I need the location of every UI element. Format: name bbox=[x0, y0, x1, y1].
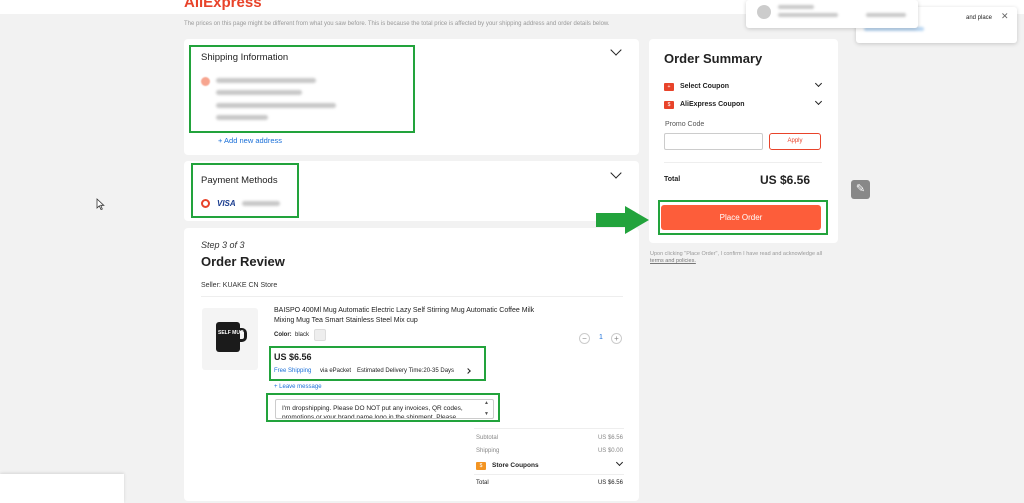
product-thumbnail[interactable]: SELF MUG bbox=[202, 308, 258, 370]
popup-place-text: and place bbox=[966, 15, 993, 21]
mug-image-icon bbox=[216, 322, 240, 352]
total-divider bbox=[474, 474, 624, 475]
select-coupon-icon: + bbox=[664, 83, 674, 91]
message-highlight-box bbox=[266, 393, 500, 422]
annotation-arrow-head-icon bbox=[625, 206, 649, 234]
store-coupon-icon: $ bbox=[476, 462, 486, 470]
color-value: black bbox=[295, 332, 310, 338]
account-popup[interactable] bbox=[746, 0, 918, 28]
place-order-highlight-box bbox=[658, 200, 828, 235]
subtotal-label: Subtotal bbox=[476, 435, 499, 441]
aliexpress-coupon-icon: $ bbox=[664, 101, 674, 109]
promo-code-input[interactable] bbox=[664, 133, 763, 150]
subtotal-value: US $6.56 bbox=[597, 435, 623, 441]
order-review-title: Order Review bbox=[201, 254, 285, 269]
avatar-icon bbox=[757, 5, 771, 19]
aliexpress-logo[interactable]: AliExpress bbox=[184, 0, 262, 11]
quantity-value: 1 bbox=[599, 334, 603, 341]
aliexpress-coupon-label[interactable]: AliExpress Coupon bbox=[680, 101, 745, 108]
seller-name[interactable]: Seller: KUAKE CN Store bbox=[201, 282, 277, 289]
mug-label: SELF MUG bbox=[218, 330, 244, 336]
summary-total-value: US $6.56 bbox=[760, 173, 811, 187]
blurred-account-email bbox=[778, 13, 838, 17]
mouse-cursor-icon bbox=[96, 198, 105, 211]
shipping-highlight-box bbox=[189, 45, 415, 133]
bottom-left-panel bbox=[0, 474, 124, 503]
price-notice: The prices on this page might be differe… bbox=[184, 21, 610, 27]
shipping-label: Shipping bbox=[476, 448, 500, 454]
price-highlight-box bbox=[269, 346, 486, 381]
apply-button[interactable]: Apply bbox=[769, 133, 821, 150]
review-total-label: Total bbox=[476, 480, 489, 486]
quantity-decrease-button[interactable]: − bbox=[579, 333, 590, 344]
disclaimer-text: Upon clicking "Place Order", I confirm I… bbox=[650, 251, 823, 257]
blurred-account-name bbox=[778, 5, 814, 9]
product-title[interactable]: BAISPO 400Ml Mug Automatic Electric Lazy… bbox=[274, 306, 536, 326]
summary-divider bbox=[664, 162, 822, 163]
step-indicator: Step 3 of 3 bbox=[201, 240, 245, 250]
order-disclaimer: Upon clicking "Place Order", I confirm I… bbox=[650, 251, 840, 265]
select-coupon-label[interactable]: Select Coupon bbox=[680, 83, 729, 90]
color-label: Color: bbox=[274, 332, 292, 338]
seller-divider bbox=[201, 296, 623, 297]
add-address-link[interactable]: + Add new address bbox=[218, 136, 282, 145]
annotation-arrow-icon bbox=[596, 213, 626, 227]
blurred-account-extra bbox=[866, 13, 906, 17]
order-summary-title: Order Summary bbox=[664, 51, 763, 66]
promo-code-label: Promo Code bbox=[665, 121, 705, 128]
payment-highlight-box bbox=[191, 163, 299, 218]
leave-message-link[interactable]: + Leave message bbox=[274, 384, 322, 390]
popup-close-icon[interactable]: ✕ bbox=[1001, 11, 1009, 22]
terms-link[interactable]: terms and policies. bbox=[650, 258, 696, 264]
totals-divider bbox=[474, 428, 624, 429]
shipping-value: US $0.00 bbox=[597, 448, 623, 454]
review-total-value: US $6.56 bbox=[597, 480, 623, 486]
edit-pencil-icon[interactable]: ✎ bbox=[851, 180, 870, 199]
color-swatch bbox=[314, 329, 326, 341]
summary-total-label: Total bbox=[664, 176, 681, 183]
quantity-increase-button[interactable]: + bbox=[611, 333, 622, 344]
store-coupons-label[interactable]: Store Coupons bbox=[492, 462, 539, 469]
